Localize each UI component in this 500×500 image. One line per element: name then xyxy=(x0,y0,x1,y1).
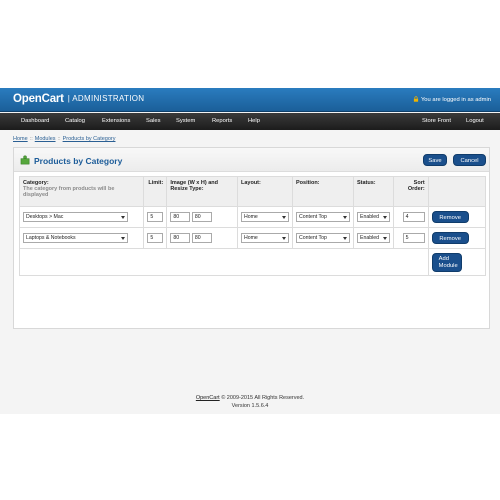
brand-suffix: | ADMINISTRATION xyxy=(67,94,145,103)
save-button[interactable]: Save xyxy=(423,154,447,166)
breadcrumb: Home:: Modules:: Products by Category xyxy=(13,136,115,142)
position-select[interactable]: Content Top xyxy=(295,233,350,243)
table-row: Laptops & Notebooks 5 80 80 Home Content… xyxy=(18,227,487,249)
chevron-down-icon xyxy=(121,216,125,219)
copyright-text: © 2009-2015 All Rights Reserved. xyxy=(219,395,305,401)
menu-reports[interactable]: Reports xyxy=(212,118,232,124)
sort-order-input[interactable]: 4 xyxy=(402,212,425,222)
cell-status: Enabled xyxy=(352,227,394,249)
footer-opencart-link[interactable]: OpenCart xyxy=(196,395,220,401)
cell-layout: Home xyxy=(236,227,293,249)
chevron-down-icon xyxy=(121,237,125,240)
lock-icon xyxy=(413,96,419,102)
menu-extensions[interactable]: Extensions xyxy=(102,118,130,124)
cell-sort-order: 4 xyxy=(392,206,429,228)
menu-catalog[interactable]: Catalog xyxy=(65,118,85,124)
cell-limit: 5 xyxy=(143,227,168,249)
header-limit: Limit: xyxy=(143,176,168,207)
module-puzzle-icon xyxy=(20,155,30,165)
breadcrumb-modules[interactable]: Modules xyxy=(35,136,56,142)
category-select[interactable]: Desktops > Mac xyxy=(23,212,128,222)
brand-logo[interactable]: OpenCart | ADMINISTRATION xyxy=(13,93,144,105)
version-text: Version 1.5.6.4 xyxy=(231,403,269,409)
cell-image-size: 80 80 xyxy=(166,227,238,249)
image-width-input[interactable]: 80 xyxy=(170,233,191,243)
limit-input[interactable]: 5 xyxy=(147,212,164,222)
module-panel: Products by Category Save Cancel Categor… xyxy=(13,147,490,329)
main-menu: Dashboard Catalog Extensions Sales Syste… xyxy=(0,113,500,130)
menu-store-front[interactable]: Store Front xyxy=(422,118,451,124)
layout-select[interactable]: Home xyxy=(240,233,289,243)
copyright-line: OpenCart © 2009-2015 All Rights Reserved… xyxy=(0,394,500,402)
header-status: Status: xyxy=(352,176,394,207)
table-footer-row: Add Module xyxy=(19,248,487,276)
remove-button[interactable]: Remove xyxy=(431,232,469,244)
module-table: Category: The category from products will… xyxy=(18,176,487,276)
cell-image-size: 80 80 xyxy=(166,206,238,228)
breadcrumb-home[interactable]: Home xyxy=(13,136,28,142)
panel-title: Products by Category xyxy=(34,156,123,166)
cancel-button[interactable]: Cancel xyxy=(453,154,486,166)
chevron-down-icon xyxy=(382,237,387,240)
cell-category: Desktops > Mac xyxy=(18,206,145,228)
chevron-down-icon xyxy=(342,216,347,219)
remove-button[interactable]: Remove xyxy=(431,211,469,223)
image-height-input[interactable]: 80 xyxy=(191,212,212,222)
sort-order-input[interactable]: 5 xyxy=(402,233,425,243)
chevron-down-icon xyxy=(281,216,286,219)
chevron-down-icon xyxy=(382,216,387,219)
logged-in-text: You are logged in as admin xyxy=(420,97,491,103)
status-select[interactable]: Enabled xyxy=(356,212,390,222)
table-header-row: Category: The category from products will… xyxy=(18,176,487,207)
cell-category: Laptops & Notebooks xyxy=(18,227,145,249)
menu-logout[interactable]: Logout xyxy=(466,118,484,124)
header-image: Image (W x H) and Resize Type: xyxy=(166,176,238,207)
menu-dashboard[interactable]: Dashboard xyxy=(21,118,49,124)
header-sort-order: Sort Order: xyxy=(392,176,429,207)
cell-position: Content Top xyxy=(291,206,354,228)
header-bar: OpenCart | ADMINISTRATION You are logged … xyxy=(0,88,500,112)
limit-input[interactable]: 5 xyxy=(147,233,164,243)
position-select[interactable]: Content Top xyxy=(295,212,350,222)
panel-header: Products by Category Save Cancel xyxy=(14,148,489,172)
status-select[interactable]: Enabled xyxy=(356,233,390,243)
menu-help[interactable]: Help xyxy=(248,118,260,124)
category-help-text: The category from products will be displ… xyxy=(23,186,115,198)
breadcrumb-separator: :: xyxy=(57,136,61,142)
menu-system[interactable]: System xyxy=(176,118,195,124)
layout-select[interactable]: Home xyxy=(240,212,289,222)
category-select[interactable]: Laptops & Notebooks xyxy=(23,233,128,243)
add-module-button[interactable]: Add Module xyxy=(431,252,462,272)
image-width-input[interactable]: 80 xyxy=(170,212,191,222)
cell-limit: 5 xyxy=(143,206,168,228)
logged-in-status: You are logged in as admin xyxy=(413,96,491,103)
menu-sales[interactable]: Sales xyxy=(146,118,161,124)
cell-status: Enabled xyxy=(352,206,394,228)
header-layout: Layout: xyxy=(236,176,293,207)
cell-layout: Home xyxy=(236,206,293,228)
header-actions xyxy=(427,176,487,207)
cell-position: Content Top xyxy=(291,227,354,249)
cell-add-module: Add Module xyxy=(427,248,487,276)
cell-actions: Remove xyxy=(427,227,487,249)
chevron-down-icon xyxy=(281,237,286,240)
brand-name: OpenCart xyxy=(13,93,64,105)
breadcrumb-current[interactable]: Products by Category xyxy=(63,136,116,142)
table-row: Desktops > Mac 5 80 80 Home Content Top … xyxy=(18,206,487,228)
footer-spacer-cell xyxy=(19,248,429,276)
header-category: Category: The category from products will… xyxy=(18,176,145,207)
cell-actions: Remove xyxy=(427,206,487,228)
breadcrumb-separator: :: xyxy=(29,136,33,142)
cell-sort-order: 5 xyxy=(392,227,429,249)
image-height-input[interactable]: 80 xyxy=(191,233,212,243)
page-footer: OpenCart © 2009-2015 All Rights Reserved… xyxy=(0,394,500,410)
header-position: Position: xyxy=(291,176,354,207)
chevron-down-icon xyxy=(342,237,347,240)
